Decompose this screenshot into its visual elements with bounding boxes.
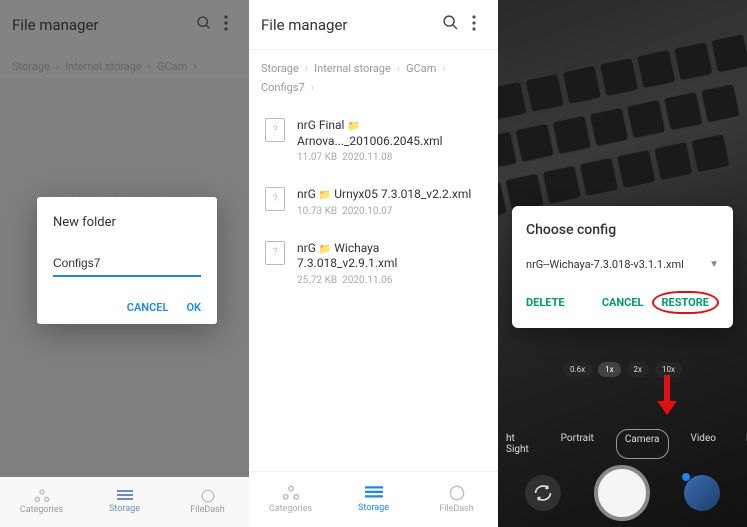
header: File manager bbox=[249, 0, 498, 50]
search-icon[interactable] bbox=[438, 14, 462, 35]
config-dropdown[interactable]: nrG--Wichaya-7.3.018-v3.1.1.xml ▼ bbox=[526, 254, 719, 285]
mode-camera[interactable]: Camera bbox=[616, 429, 669, 459]
bottom-nav: Categories Storage FileDash bbox=[0, 477, 249, 527]
panel-new-folder: File manager Storage› Internal storage› … bbox=[0, 0, 249, 527]
switch-camera-icon[interactable] bbox=[525, 475, 561, 511]
file-name: nrG 📁 Wichaya 7.3.018_v2.9.1.xml bbox=[297, 241, 482, 272]
file-name: nrG Final 📁 Arnova..._201006.2045.xml bbox=[297, 118, 482, 149]
file-list: ? nrG Final 📁 Arnova..._201006.2045.xml … bbox=[249, 100, 498, 304]
annotation-arrow-icon bbox=[655, 373, 679, 417]
file-meta: 10.73 KB 2020.10.07 bbox=[297, 206, 482, 217]
ok-button[interactable]: OK bbox=[186, 301, 201, 314]
breadcrumb[interactable]: Storage› Internal storage› GCam› Configs… bbox=[249, 50, 498, 100]
cancel-button[interactable]: CANCEL bbox=[602, 296, 644, 309]
chevron-down-icon: ▼ bbox=[709, 259, 719, 270]
app-title: File manager bbox=[261, 16, 438, 34]
mode-more[interactable]: More bbox=[738, 429, 747, 459]
folder-name-input[interactable] bbox=[53, 253, 201, 277]
delete-button[interactable]: DELETE bbox=[526, 296, 565, 309]
list-item[interactable]: ? nrG Final 📁 Arnova..._201006.2045.xml … bbox=[249, 106, 498, 175]
camera-controls bbox=[498, 465, 747, 521]
more-icon[interactable] bbox=[462, 15, 486, 35]
gallery-thumbnail[interactable] bbox=[684, 475, 720, 511]
restore-highlight: RESTORE bbox=[652, 291, 720, 314]
new-folder-dialog: New folder CANCEL OK bbox=[37, 197, 217, 324]
zoom-level[interactable]: 2x bbox=[627, 362, 649, 377]
mode-portrait[interactable]: Portrait bbox=[553, 429, 602, 459]
selected-config: nrG--Wichaya-7.3.018-v3.1.1.xml bbox=[526, 258, 684, 271]
panel-file-list: File manager Storage› Internal storage› … bbox=[249, 0, 498, 527]
zoom-level[interactable]: 1x bbox=[598, 362, 620, 377]
tab-filedash[interactable]: FileDash bbox=[422, 485, 492, 514]
dialog-title: Choose config bbox=[526, 222, 719, 238]
restore-button[interactable]: RESTORE bbox=[662, 296, 710, 309]
zoom-switcher[interactable]: 0.6x 1x 2x 10x bbox=[498, 362, 747, 377]
tab-filedash[interactable]: FileDash bbox=[178, 489, 238, 515]
shutter-button[interactable] bbox=[594, 465, 650, 521]
list-item[interactable]: ? nrG 📁 Urnyx05 7.3.018_v2.2.xml 10.73 K… bbox=[249, 175, 498, 229]
tab-categories[interactable]: Categories bbox=[256, 485, 326, 514]
file-icon: ? bbox=[265, 118, 285, 142]
mode-switcher[interactable]: ht Sight Portrait Camera Video More bbox=[498, 429, 747, 459]
file-icon: ? bbox=[265, 187, 285, 211]
list-item[interactable]: ? nrG 📁 Wichaya 7.3.018_v2.9.1.xml 25.72… bbox=[249, 229, 498, 298]
mode-video[interactable]: Video bbox=[683, 429, 724, 459]
dialog-title: New folder bbox=[53, 215, 201, 230]
file-meta: 25.72 KB 2020.11.06 bbox=[297, 275, 482, 286]
file-icon: ? bbox=[265, 241, 285, 265]
file-name: nrG 📁 Urnyx05 7.3.018_v2.2.xml bbox=[297, 187, 482, 203]
choose-config-dialog: Choose config nrG--Wichaya-7.3.018-v3.1.… bbox=[512, 206, 733, 328]
tab-storage[interactable]: Storage bbox=[339, 486, 409, 513]
file-meta: 11.07 KB 2020.11.08 bbox=[297, 152, 482, 163]
cancel-button[interactable]: CANCEL bbox=[127, 301, 169, 314]
mode-nightsight[interactable]: ht Sight bbox=[498, 429, 539, 459]
bottom-nav: Categories Storage FileDash bbox=[249, 471, 498, 527]
panel-camera-config: Choose config nrG--Wichaya-7.3.018-v3.1.… bbox=[498, 0, 747, 527]
zoom-level[interactable]: 0.6x bbox=[563, 362, 592, 377]
tab-categories[interactable]: Categories bbox=[12, 489, 72, 515]
notification-dot-icon bbox=[682, 473, 690, 481]
tab-storage[interactable]: Storage bbox=[95, 490, 155, 514]
